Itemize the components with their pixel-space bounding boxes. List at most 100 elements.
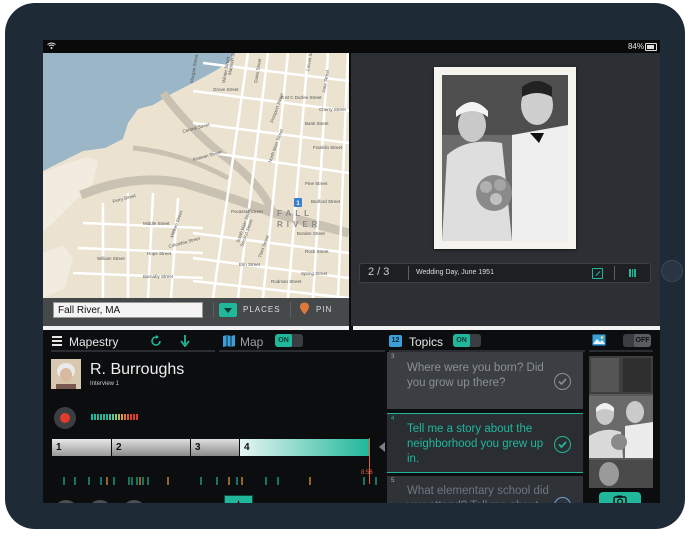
- battery-icon: [645, 43, 657, 51]
- battery-percentage: 84%: [627, 42, 644, 51]
- fast-forward-button[interactable]: [122, 500, 146, 503]
- map-toggle-state: ON: [275, 334, 292, 347]
- tablet-frame: 84% Locust Street June Street B M C Durf…: [5, 3, 685, 529]
- svg-text:Elm Street: Elm Street: [239, 262, 261, 267]
- audio-level-meter: [91, 414, 138, 420]
- timeline-marker-icon: [379, 442, 385, 452]
- location-search-field[interactable]: Fall River, MA: [53, 302, 203, 318]
- photo-frame[interactable]: [434, 67, 576, 249]
- map-label: Map: [240, 335, 264, 349]
- download-icon[interactable]: [180, 335, 190, 347]
- map-icon[interactable]: [222, 334, 236, 348]
- refresh-icon[interactable]: [150, 335, 162, 347]
- svg-text:Rodman Street: Rodman Street: [271, 279, 302, 284]
- star-button[interactable]: [224, 495, 253, 503]
- photo-caption: Wedding Day, June 1951: [416, 269, 494, 276]
- photo-thumbnails[interactable]: [589, 356, 653, 488]
- timeline-segment[interactable]: 4: [240, 439, 369, 456]
- map-canvas[interactable]: Locust Street June Street B M C Durfee S…: [43, 53, 349, 326]
- interview-timeline[interactable]: 1 2 3 4: [52, 439, 379, 456]
- timeline-segment[interactable]: 2: [112, 439, 190, 456]
- menu-icon[interactable]: [52, 336, 62, 346]
- interview-label: Interview 1: [90, 381, 120, 387]
- svg-text:Grove Street: Grove Street: [213, 87, 239, 92]
- photo-viewer: 2 / 3 Wedding Day, June 1951: [351, 53, 660, 326]
- svg-text:RIVER: RIVER: [277, 220, 321, 229]
- map-view[interactable]: Locust Street June Street B M C Durfee S…: [43, 53, 349, 326]
- topic-text: Tell me a story about the neighborhood y…: [407, 423, 544, 465]
- play-icon: [54, 500, 78, 503]
- topics-toggle[interactable]: ON: [453, 334, 481, 347]
- photos-toggle-state: OFF: [634, 334, 651, 347]
- star-icon: [237, 500, 240, 503]
- fast-forward-icon: [122, 500, 146, 503]
- photo-bar-divider: [614, 266, 615, 280]
- photo-bar-divider: [408, 266, 409, 280]
- svg-text:Hope Street: Hope Street: [147, 251, 172, 256]
- main-toolbar: Mapestry Map ON 12 Topics ON OFF: [43, 330, 660, 352]
- photos-toggle[interactable]: OFF: [623, 334, 651, 347]
- rewind-button[interactable]: [88, 500, 112, 503]
- svg-text:Bedford Street: Bedford Street: [311, 199, 341, 204]
- timeline-segment[interactable]: 1: [52, 439, 111, 456]
- edit-icon[interactable]: [592, 268, 603, 279]
- places-button[interactable]: PLACES: [243, 305, 281, 314]
- svg-text:Spring Street: Spring Street: [301, 271, 328, 276]
- svg-text:Pocasset Street: Pocasset Street: [231, 209, 264, 214]
- svg-text:Pine Street: Pine Street: [305, 181, 328, 186]
- svg-text:Bank Street: Bank Street: [305, 121, 329, 126]
- svg-text:Borden Street: Borden Street: [297, 231, 326, 236]
- svg-text:B M C Durfee Street: B M C Durfee Street: [281, 95, 322, 100]
- svg-text:Cherry Street: Cherry Street: [319, 107, 347, 112]
- topic-number: 3: [391, 354, 395, 360]
- interviewee-name: R. Burroughs: [90, 361, 185, 378]
- topics-count-badge: 12: [389, 335, 402, 347]
- topic-number: 5: [391, 478, 395, 484]
- svg-text:FALL: FALL: [277, 209, 313, 218]
- map-bar-divider: [290, 302, 291, 318]
- topic-text: What elementary school did you attend? T…: [407, 485, 549, 503]
- svg-text:William Street: William Street: [97, 256, 126, 261]
- topics-list: 3 Where were you born? Did you grow up t…: [387, 352, 585, 503]
- home-button[interactable]: [661, 260, 683, 282]
- check-icon[interactable]: [554, 436, 571, 453]
- photo-thumbnails-column: [589, 352, 660, 503]
- photos-icon[interactable]: [592, 334, 606, 346]
- photo-info-bar: 2 / 3 Wedding Day, June 1951: [359, 263, 651, 283]
- topic-number: 4: [391, 416, 395, 422]
- screen: 84% Locust Street June Street B M C Durf…: [43, 40, 660, 503]
- pin-button[interactable]: PIN: [316, 305, 332, 314]
- map-toggle[interactable]: ON: [275, 334, 303, 347]
- location-dropdown-button[interactable]: [219, 303, 237, 317]
- playhead-time: 8:56: [361, 470, 373, 476]
- list-item[interactable]: 5 What elementary school did you attend?…: [387, 476, 583, 503]
- barcode-icon[interactable]: [628, 268, 638, 278]
- map-bar-divider: [213, 302, 214, 318]
- record-button[interactable]: [54, 407, 76, 429]
- play-button[interactable]: [54, 500, 78, 503]
- camera-icon: [613, 495, 627, 503]
- check-icon[interactable]: [554, 373, 571, 390]
- avatar[interactable]: [51, 359, 81, 389]
- svg-text:Rock Street: Rock Street: [305, 249, 329, 254]
- wifi-icon: [47, 42, 56, 49]
- svg-text:Middle Street: Middle Street: [143, 221, 170, 226]
- timeline-segment[interactable]: 3: [191, 439, 239, 456]
- pin-icon[interactable]: [299, 302, 310, 315]
- svg-text:Franklin Street: Franklin Street: [313, 145, 343, 150]
- camera-button[interactable]: [599, 492, 641, 503]
- photo-counter: 2 / 3: [368, 266, 390, 278]
- check-icon[interactable]: [554, 497, 571, 503]
- topics-label: Topics: [409, 335, 444, 349]
- interview-panel: R. Burroughs Interview 1 1 2 3 4 8:56: [43, 352, 387, 503]
- rewind-icon: [88, 500, 112, 503]
- status-bar: 84%: [43, 40, 660, 53]
- list-item[interactable]: 4 Tell me a story about the neighborhood…: [387, 413, 583, 473]
- topic-ticks: [63, 477, 377, 485]
- wedding-photo[interactable]: [442, 75, 568, 241]
- topic-text: Where were you born? Did you grow up the…: [407, 362, 544, 389]
- list-item[interactable]: 3 Where were you born? Did you grow up t…: [387, 352, 583, 409]
- svg-text:Barnaby Street: Barnaby Street: [143, 274, 174, 279]
- topics-toggle-state: ON: [453, 334, 470, 347]
- app-title: Mapestry: [69, 335, 119, 349]
